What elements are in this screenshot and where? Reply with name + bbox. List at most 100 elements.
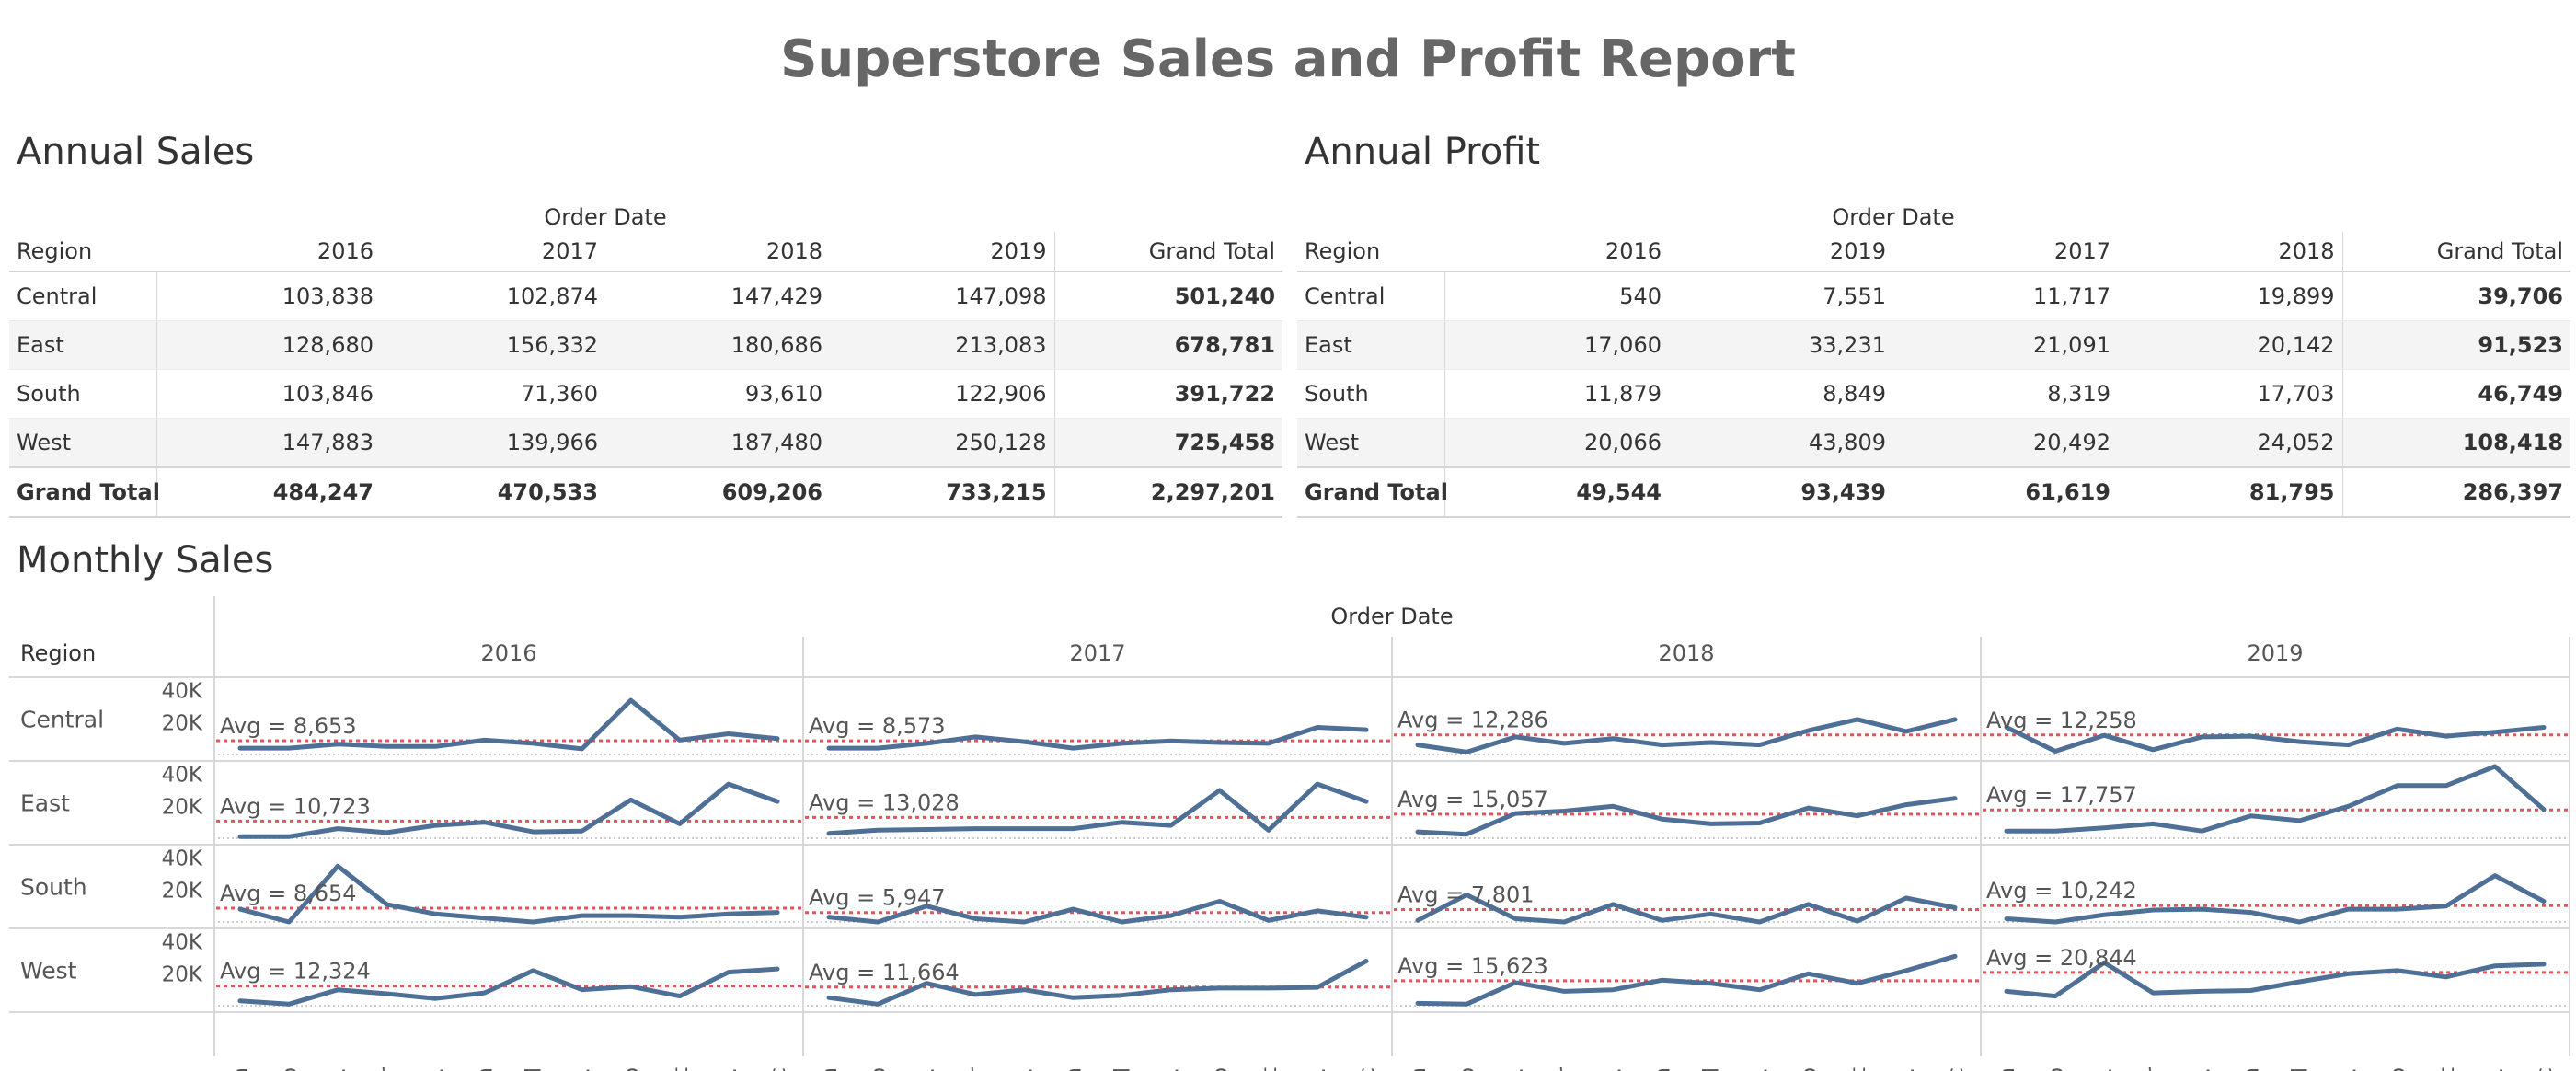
avg-label: Avg = 8,653 [220, 713, 357, 739]
column-header: 2019 [1669, 232, 1893, 272]
value-cell: 20,492 [1893, 418, 2118, 468]
annual-sales-table: Order Date Region 2016 2017 2018 2019 Gr… [9, 195, 1283, 518]
value-cell: 103,838 [156, 271, 381, 321]
value-cell: 11,717 [1893, 271, 2118, 321]
value-cell: 180,686 [605, 320, 830, 370]
avg-label: Avg = 17,757 [1986, 782, 2137, 808]
year-header: 2017 [1069, 640, 1125, 666]
total-cell: 46,749 [2341, 369, 2571, 419]
column-header: 2019 [830, 232, 1055, 272]
region-cell: South [1297, 369, 1445, 419]
month-label: M.. [424, 1067, 448, 1071]
y-tick-label: 40K [162, 931, 203, 955]
year-header: 2016 [480, 640, 536, 666]
region-cell: South [9, 369, 157, 419]
order-date-header: Order Date [1330, 604, 1453, 629]
month-label: N.. [2484, 1067, 2508, 1071]
month-label: Jan [1407, 1067, 1431, 1071]
table-row: East 17,060 33,231 21,091 20,142 91,523 [1297, 320, 2571, 370]
value-cell: 24,052 [2118, 418, 2343, 468]
value-cell: 7,551 [1669, 271, 1893, 321]
table-row: South 11,879 8,849 8,319 17,703 46,749 [1297, 369, 2571, 419]
column-header: 2016 [156, 232, 381, 272]
value-cell: 733,215 [830, 466, 1055, 518]
value-cell: 102,874 [381, 271, 605, 321]
avg-label: Avg = 15,623 [1397, 953, 1548, 979]
month-label: Apr [1553, 1066, 1577, 1071]
avg-label: Avg = 15,057 [1397, 787, 1548, 812]
avg-label: Avg = 11,664 [809, 960, 960, 985]
total-cell: 391,722 [1053, 369, 1283, 419]
region-label: West [20, 958, 77, 985]
avg-label: Avg = 12,286 [1397, 708, 1548, 733]
column-header: 2016 [1444, 232, 1669, 272]
value-cell: 213,083 [830, 320, 1055, 370]
month-label: Feb [867, 1067, 891, 1071]
value-cell: 61,619 [1893, 466, 2118, 518]
month-label: Jan [229, 1067, 253, 1071]
month-label: Jun [1650, 1067, 1674, 1071]
table-row: South 103,846 71,360 93,610 122,906 391,… [9, 369, 1283, 419]
column-header: 2018 [2118, 232, 2343, 272]
column-header: 2018 [605, 232, 830, 272]
value-cell: 49,544 [1444, 466, 1669, 518]
month-label: Dec [766, 1067, 790, 1071]
total-cell: 91,523 [2341, 320, 2571, 370]
grand-total-header: Grand Total [2341, 232, 2571, 272]
month-label: Oct [1846, 1067, 1870, 1071]
avg-label: Avg = 8,654 [220, 881, 357, 906]
region-label: Central [20, 707, 104, 733]
value-cell: 139,966 [381, 418, 605, 468]
month-label: Sep [2386, 1067, 2410, 1071]
value-cell: 20,066 [1444, 418, 1669, 468]
value-cell: 147,883 [156, 418, 381, 468]
table-row: West 20,066 43,809 20,492 24,052 108,418 [1297, 418, 2571, 468]
region-label: South [20, 874, 87, 901]
total-cell: 286,397 [2341, 466, 2571, 518]
value-cell: 21,091 [1893, 320, 2118, 370]
table-row: Central 103,838 102,874 147,429 147,098 … [9, 271, 1283, 321]
month-label: Jun [473, 1067, 497, 1071]
month-label: Jan [1995, 1067, 2019, 1071]
month-label: Apr [2142, 1066, 2166, 1071]
month-label: Apr [375, 1066, 399, 1071]
y-tick-label: 20K [162, 962, 203, 986]
month-label: M.. [1013, 1067, 1037, 1071]
month-label: Jan [818, 1067, 842, 1071]
order-date-header: Order Date [544, 204, 667, 230]
grand-total-row: Grand Total 484,247 470,533 609,206 733,… [9, 466, 1283, 518]
month-label: M.. [1504, 1067, 1528, 1071]
year-header: 2019 [2247, 640, 2303, 666]
avg-label: Avg = 10,723 [220, 793, 371, 819]
total-cell: 39,706 [2341, 271, 2571, 321]
total-cell: 2,297,201 [1053, 466, 1283, 518]
value-cell: 8,849 [1669, 369, 1893, 419]
region-header: Region [20, 640, 96, 666]
month-label: Jul [2289, 1067, 2313, 1071]
value-cell: 43,809 [1669, 418, 1893, 468]
annual-sales-title: Annual Sales [17, 131, 255, 173]
value-cell: 470,533 [381, 466, 605, 518]
month-label: A.. [2338, 1067, 2362, 1071]
value-cell: 122,906 [830, 369, 1055, 419]
value-cell: 93,610 [605, 369, 830, 419]
month-label: Oct [2435, 1067, 2459, 1071]
value-cell: 156,332 [381, 320, 605, 370]
grand-total-header: Grand Total [1053, 232, 1283, 272]
month-label: Jul [1111, 1067, 1135, 1071]
value-cell: 484,247 [156, 466, 381, 518]
month-label: Jul [1700, 1067, 1724, 1071]
month-label: M.. [2093, 1067, 2117, 1071]
y-tick-label: 20K [162, 879, 203, 903]
region-cell: Central [1297, 271, 1445, 321]
month-label: Feb [1455, 1067, 1479, 1071]
region-cell: West [9, 418, 157, 468]
value-cell: 33,231 [1669, 320, 1893, 370]
value-cell: 128,680 [156, 320, 381, 370]
column-header: 2017 [1893, 232, 2118, 272]
region-cell: West [1297, 418, 1445, 468]
month-label: Oct [669, 1067, 693, 1071]
month-label: Dec [2533, 1067, 2557, 1071]
month-label: Sep [1798, 1067, 1822, 1071]
value-cell: 93,439 [1669, 466, 1893, 518]
